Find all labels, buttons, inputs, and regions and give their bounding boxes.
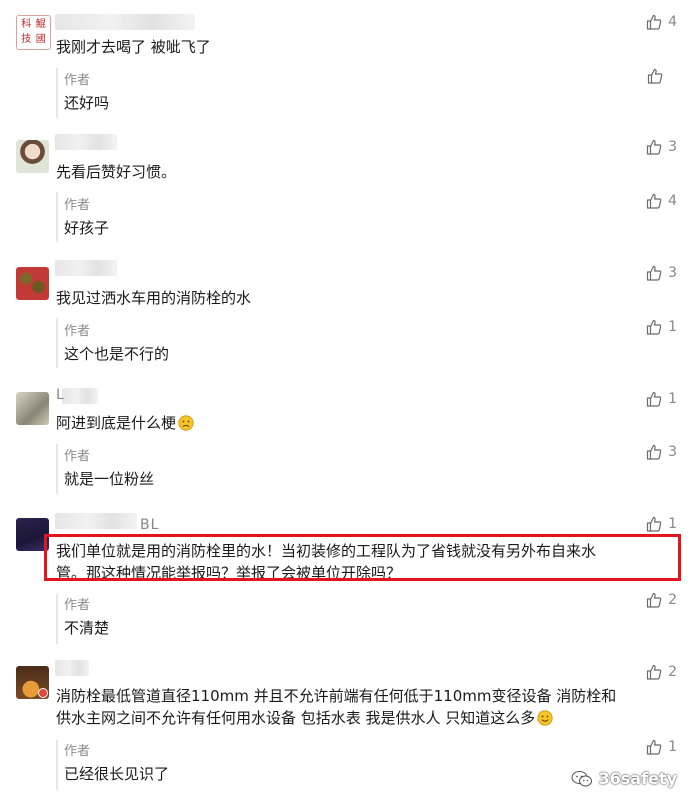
author-label: 作者 xyxy=(64,198,91,213)
watermark-text: 36safety xyxy=(598,769,677,788)
reply-divider xyxy=(56,444,58,494)
author-label: 作者 xyxy=(64,744,91,759)
comment-text-line: 供水主网之间不允许有任何用水设备 包括水表 我是供水人 只知道这么多 xyxy=(56,707,553,729)
nickname-fragment: L xyxy=(56,387,65,403)
avatar[interactable] xyxy=(16,666,49,699)
highlight-box xyxy=(44,534,681,581)
reply-divider xyxy=(56,68,58,118)
like-count: 2 xyxy=(668,664,677,680)
nickname-blurred[interactable] xyxy=(55,134,117,150)
like-count: 1 xyxy=(668,516,677,532)
avatar[interactable]: 科鯤 技國 xyxy=(16,15,51,50)
comment-text: 先看后赞好习惯。 xyxy=(56,163,177,181)
frown-emoji-icon xyxy=(178,415,194,431)
like-count: 1 xyxy=(668,391,677,407)
like-count: 4 xyxy=(668,193,677,209)
thumbs-up-icon xyxy=(646,14,662,30)
notification-dot xyxy=(38,688,48,698)
author-reply-text: 还好吗 xyxy=(64,94,110,112)
thumbs-up-icon xyxy=(646,391,662,407)
nickname-fragment: BL xyxy=(140,517,160,533)
thumbs-up-icon xyxy=(646,592,662,608)
reply-divider xyxy=(56,740,58,790)
reply-like-button[interactable]: 4 xyxy=(646,193,677,209)
thumbs-up-icon xyxy=(646,193,662,209)
like-button[interactable]: 1 xyxy=(646,391,677,407)
author-reply-text: 不清楚 xyxy=(64,619,110,637)
comment-text: 我刚才去喝了 被呲飞了 xyxy=(56,38,211,56)
avatar[interactable] xyxy=(16,392,49,425)
author-reply-text: 就是一位粉丝 xyxy=(64,470,155,488)
reply-divider xyxy=(56,594,58,644)
comment-text: 阿进到底是什么梗 xyxy=(56,412,194,434)
avatar[interactable] xyxy=(16,267,49,300)
thumbs-up-icon xyxy=(646,139,662,155)
like-count: 3 xyxy=(668,139,677,155)
like-count: 3 xyxy=(668,265,677,281)
like-count: 1 xyxy=(668,739,677,755)
author-label: 作者 xyxy=(64,449,91,464)
watermark: 36safety xyxy=(571,769,677,788)
nickname-blurred[interactable] xyxy=(55,14,195,30)
like-button[interactable]: 4 xyxy=(646,14,677,30)
wechat-logo-icon xyxy=(571,770,592,786)
reply-like-button[interactable]: 3 xyxy=(646,444,677,460)
reply-like-button[interactable]: 2 xyxy=(646,592,677,608)
author-reply-text: 已经很长见识了 xyxy=(64,765,170,783)
comment-text-line: 消防栓最低管道直径110mm 并且不允许前端有任何低于110mm变径设备 消防栓… xyxy=(56,687,617,705)
avatar-seal: 科鯤 技國 xyxy=(21,19,46,45)
like-count: 3 xyxy=(668,444,677,460)
thumbs-up-icon xyxy=(646,739,662,755)
like-button[interactable]: 1 xyxy=(646,516,677,532)
like-button[interactable]: 3 xyxy=(646,139,677,155)
reply-like-button[interactable]: 1 xyxy=(646,739,677,755)
thumbs-up-icon xyxy=(646,516,662,532)
nickname-blurred[interactable] xyxy=(55,260,117,276)
reply-divider xyxy=(56,318,58,368)
author-label: 作者 xyxy=(64,73,91,88)
reply-divider xyxy=(56,192,58,242)
thumbs-up-icon xyxy=(646,319,662,335)
thumbs-up-icon xyxy=(647,68,663,84)
comment-text: 我见过洒水车用的消防栓的水 xyxy=(56,289,252,307)
author-reply-text: 这个也是不行的 xyxy=(64,345,170,363)
avatar[interactable] xyxy=(16,140,49,173)
like-count: 2 xyxy=(668,592,677,608)
nickname-blurred[interactable] xyxy=(55,513,137,529)
thumbs-up-icon xyxy=(646,265,662,281)
reply-like-button[interactable] xyxy=(647,68,677,84)
thumbs-up-icon xyxy=(646,664,662,680)
thumbs-up-icon xyxy=(646,444,662,460)
like-count: 1 xyxy=(668,319,677,335)
reply-like-button[interactable]: 1 xyxy=(646,319,677,335)
like-count: 4 xyxy=(668,14,677,30)
nickname-blurred[interactable] xyxy=(62,388,98,404)
author-reply-text: 好孩子 xyxy=(64,219,110,237)
like-button[interactable]: 2 xyxy=(646,664,677,680)
smile-emoji-icon xyxy=(537,710,553,726)
author-label: 作者 xyxy=(64,598,91,613)
nickname-blurred[interactable] xyxy=(55,660,89,676)
author-label: 作者 xyxy=(64,324,91,339)
like-button[interactable]: 3 xyxy=(646,265,677,281)
